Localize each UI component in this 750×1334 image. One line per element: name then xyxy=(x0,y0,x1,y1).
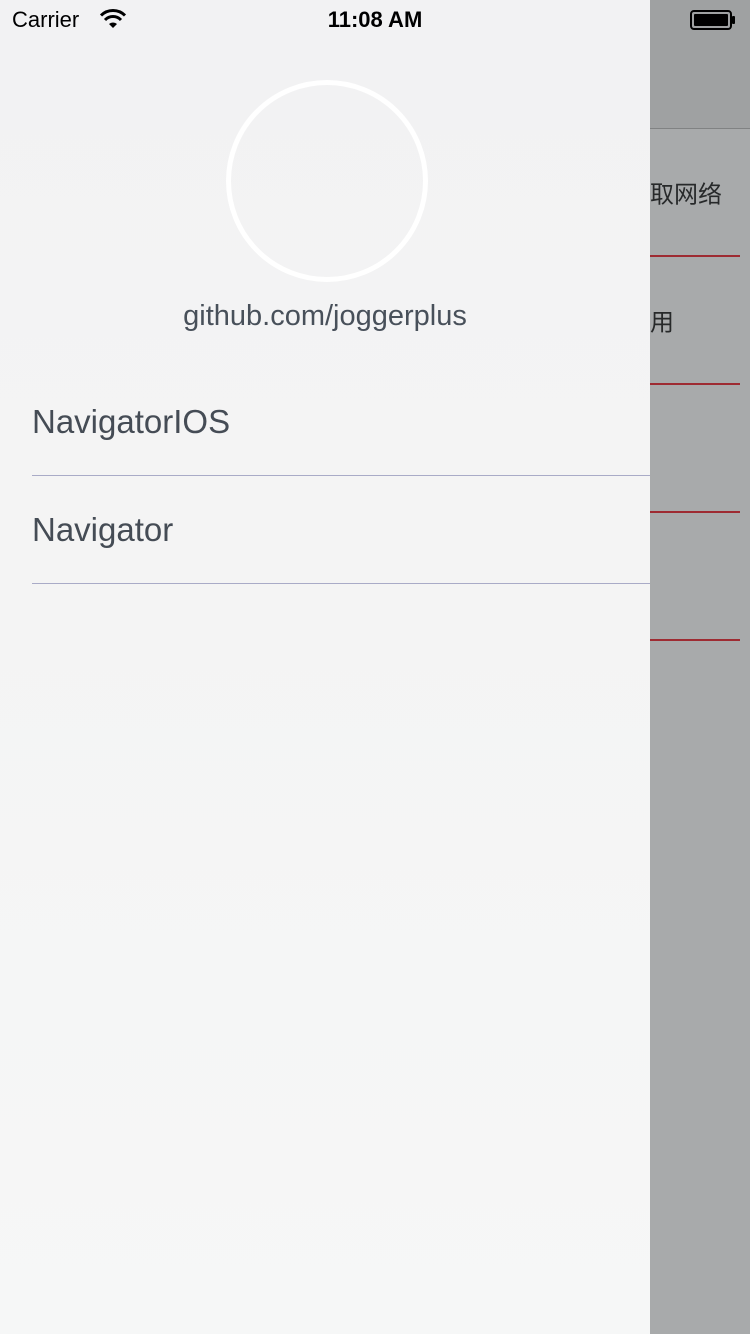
avatar[interactable] xyxy=(226,80,428,282)
drawer-menu: NavigatorIOS Navigator xyxy=(32,368,650,584)
menu-item-label: NavigatorIOS xyxy=(32,402,231,440)
menu-item-label: Navigator xyxy=(32,510,174,548)
status-bar: Carrier 11:08 AM xyxy=(0,0,750,40)
side-drawer: github.com/joggerplus NavigatorIOS Navig… xyxy=(0,0,650,1334)
menu-item-navigatorios[interactable]: NavigatorIOS xyxy=(32,368,650,476)
battery-icon xyxy=(690,10,735,30)
menu-item-navigator[interactable]: Navigator xyxy=(32,476,650,584)
profile-username: github.com/joggerplus xyxy=(183,300,467,332)
status-time: 11:08 AM xyxy=(327,7,423,32)
